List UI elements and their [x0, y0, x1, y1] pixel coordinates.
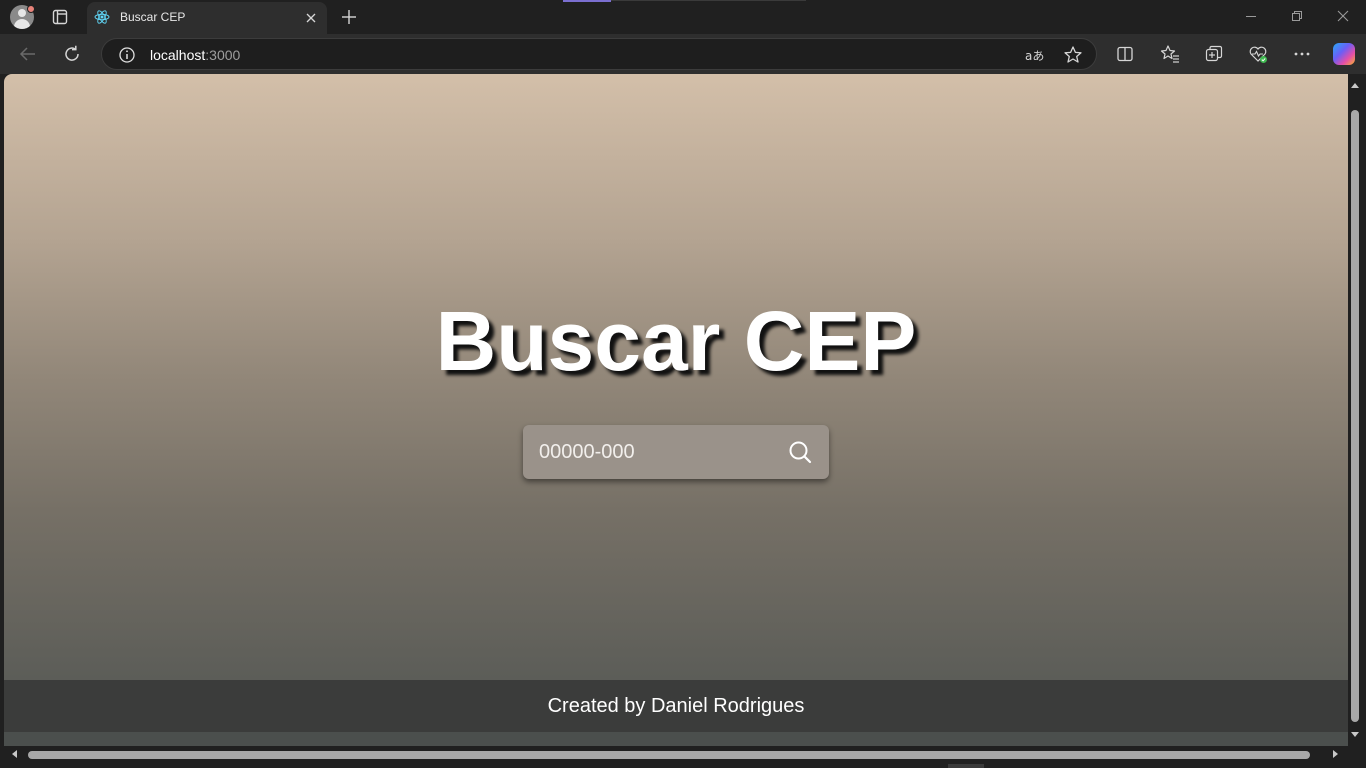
scroll-down-icon[interactable]	[1350, 729, 1360, 739]
page-viewport: Buscar CEP Created by Daniel Rodrigues	[4, 74, 1348, 746]
notification-dot	[27, 5, 35, 13]
tab-actions-icon[interactable]	[51, 8, 69, 26]
more-options-icon[interactable]	[1292, 44, 1312, 64]
new-tab-icon[interactable]	[340, 8, 358, 26]
horizontal-scroll-thumb[interactable]	[28, 751, 1310, 759]
tab-strip: Buscar CEP	[0, 0, 1366, 34]
close-window-icon[interactable]	[1335, 8, 1351, 24]
cep-input[interactable]	[537, 435, 777, 469]
page-bottom-strip	[4, 732, 1348, 746]
copilot-icon[interactable]	[1333, 43, 1355, 65]
favorite-star-icon[interactable]	[1063, 45, 1083, 65]
split-screen-icon[interactable]	[1115, 44, 1135, 64]
tab-title: Buscar CEP	[120, 10, 186, 24]
tab-buscar-cep[interactable]: Buscar CEP	[87, 2, 327, 34]
scroll-left-icon[interactable]	[10, 749, 20, 759]
back-icon[interactable]	[18, 44, 38, 64]
address-bar[interactable]: localhost:3000 aあ	[101, 38, 1097, 70]
scroll-right-icon[interactable]	[1330, 749, 1340, 759]
page-footer: Created by Daniel Rodrigues	[4, 680, 1348, 732]
cep-search-box	[523, 425, 829, 479]
vertical-scroll-thumb[interactable]	[1351, 110, 1359, 722]
translate-icon[interactable]: aあ	[1024, 45, 1044, 65]
url-host: localhost	[150, 47, 206, 63]
collections-icon[interactable]	[1204, 44, 1224, 64]
react-icon	[94, 10, 110, 24]
page-title: Buscar CEP	[435, 294, 917, 388]
taskbar-edge	[948, 764, 984, 768]
browser-essentials-icon[interactable]	[1248, 44, 1268, 64]
window-accent-bar	[563, 0, 611, 2]
refresh-icon[interactable]	[62, 44, 82, 64]
window-accent-line	[611, 0, 806, 1]
search-button[interactable]	[787, 439, 813, 465]
url-port: :3000	[205, 47, 241, 63]
svg-text:aあ: aあ	[1025, 49, 1044, 63]
restore-icon[interactable]	[1289, 8, 1305, 24]
site-info-icon[interactable]	[118, 46, 136, 64]
footer-credit: Created by Daniel Rodrigues	[547, 695, 805, 717]
minimize-icon[interactable]	[1243, 8, 1259, 24]
url-text[interactable]: localhost:3000	[150, 47, 240, 63]
scroll-up-icon[interactable]	[1350, 81, 1360, 91]
favorites-icon[interactable]	[1160, 44, 1180, 64]
search-icon	[789, 441, 812, 464]
browser-toolbar: localhost:3000 aあ	[0, 34, 1366, 74]
close-tab-icon[interactable]	[304, 11, 318, 25]
